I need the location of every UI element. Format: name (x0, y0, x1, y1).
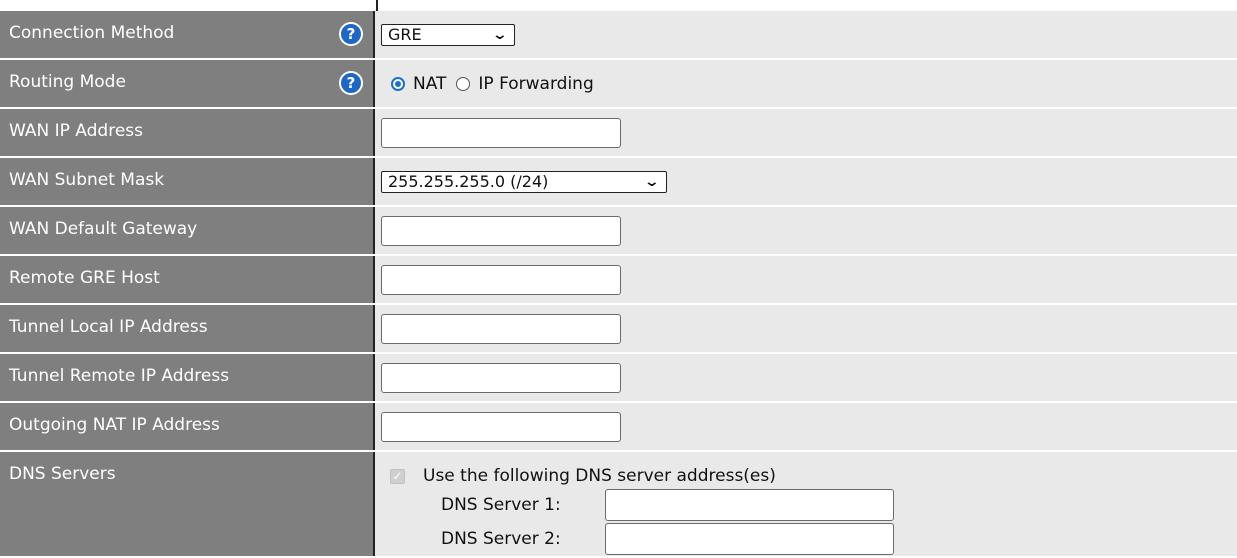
label-cell: DNS Servers (0, 451, 375, 558)
label-cell: WAN Default Gateway (0, 206, 375, 256)
dns-servers-label: DNS Servers (9, 464, 116, 484)
row-wan-subnet: WAN Subnet Mask 255.255.255.0 (/24) ⌄ (0, 157, 1237, 207)
wan-ip-label: WAN IP Address (9, 121, 143, 141)
outgoing-nat-ip-input[interactable] (381, 411, 621, 442)
wan-gateway-label: WAN Default Gateway (9, 219, 198, 239)
wan-settings-form: Connection Method ? GRE ⌄ Routing Mode ?… (0, 11, 1237, 558)
connection-method-value: GRE (388, 25, 422, 44)
remote-gre-host-label: Remote GRE Host (9, 268, 160, 288)
label-cell: Tunnel Local IP Address (0, 304, 375, 354)
row-connection-method: Connection Method ? GRE ⌄ (0, 11, 1237, 60)
wan-subnet-value: 255.255.255.0 (/24) (388, 172, 549, 191)
value-cell (374, 353, 1237, 403)
value-cell: GRE ⌄ (374, 11, 1237, 60)
help-circle-icon[interactable]: ? (339, 22, 363, 46)
label-cell: Connection Method ? (0, 11, 375, 60)
connection-method-label: Connection Method (9, 23, 175, 43)
row-remote-gre-host: Remote GRE Host (0, 255, 1237, 305)
top-spacer (0, 0, 1237, 11)
dns-server-2-label: DNS Server 2: (441, 529, 561, 549)
row-tunnel-remote-ip: Tunnel Remote IP Address (0, 353, 1237, 403)
row-outgoing-nat-ip: Outgoing NAT IP Address (0, 402, 1237, 452)
dns-server-1-input[interactable] (605, 489, 894, 521)
routing-mode-label: Routing Mode (9, 72, 126, 92)
label-cell: Tunnel Remote IP Address (0, 353, 375, 403)
tunnel-remote-ip-label: Tunnel Remote IP Address (9, 366, 230, 386)
label-cell: Routing Mode ? (0, 59, 375, 109)
label-cell: WAN Subnet Mask (0, 157, 375, 207)
label-cell: Remote GRE Host (0, 255, 375, 305)
radio-nat-label: NAT (413, 73, 447, 94)
dns-use-checkbox[interactable]: ✓ (390, 468, 405, 484)
value-cell (374, 304, 1237, 354)
tunnel-local-ip-input[interactable] (381, 313, 621, 344)
label-cell: Outgoing NAT IP Address (0, 402, 375, 452)
tunnel-local-ip-label: Tunnel Local IP Address (9, 317, 208, 337)
connection-method-select[interactable]: GRE ⌄ (381, 23, 515, 46)
chevron-down-icon: ⌄ (491, 26, 509, 43)
row-wan-gateway: WAN Default Gateway (0, 206, 1237, 256)
value-cell (374, 402, 1237, 452)
value-cell: 255.255.255.0 (/24) ⌄ (374, 157, 1237, 207)
radio-ip-forwarding[interactable] (456, 76, 471, 91)
dns-server-2-input[interactable] (605, 523, 894, 555)
radio-nat[interactable] (391, 76, 405, 91)
value-cell (374, 255, 1237, 305)
dns-checkbox-label: Use the following DNS server address(es) (423, 466, 776, 486)
value-cell: NAT IP Forwarding (374, 59, 1237, 109)
remote-gre-host-input[interactable] (381, 264, 621, 295)
value-cell (374, 206, 1237, 256)
wan-subnet-select[interactable]: 255.255.255.0 (/24) ⌄ (381, 170, 667, 193)
value-cell: ✓ Use the following DNS server address(e… (374, 451, 1237, 558)
wan-gateway-input[interactable] (381, 215, 621, 246)
label-cell: WAN IP Address (0, 108, 375, 158)
chevron-down-icon: ⌄ (643, 173, 661, 190)
help-circle-icon[interactable]: ? (339, 71, 363, 95)
radio-ip-forwarding-label: IP Forwarding (478, 73, 594, 94)
value-cell (374, 108, 1237, 158)
tunnel-remote-ip-input[interactable] (381, 362, 621, 393)
wan-subnet-label: WAN Subnet Mask (9, 170, 165, 190)
row-wan-ip: WAN IP Address (0, 108, 1237, 158)
dns-server-1-label: DNS Server 1: (441, 495, 561, 515)
row-tunnel-local-ip: Tunnel Local IP Address (0, 304, 1237, 354)
row-dns-servers: DNS Servers ✓ Use the following DNS serv… (0, 451, 1237, 558)
outgoing-nat-ip-label: Outgoing NAT IP Address (9, 415, 220, 435)
row-routing-mode: Routing Mode ? NAT IP Forwarding (0, 59, 1237, 109)
wan-ip-input[interactable] (381, 117, 621, 148)
